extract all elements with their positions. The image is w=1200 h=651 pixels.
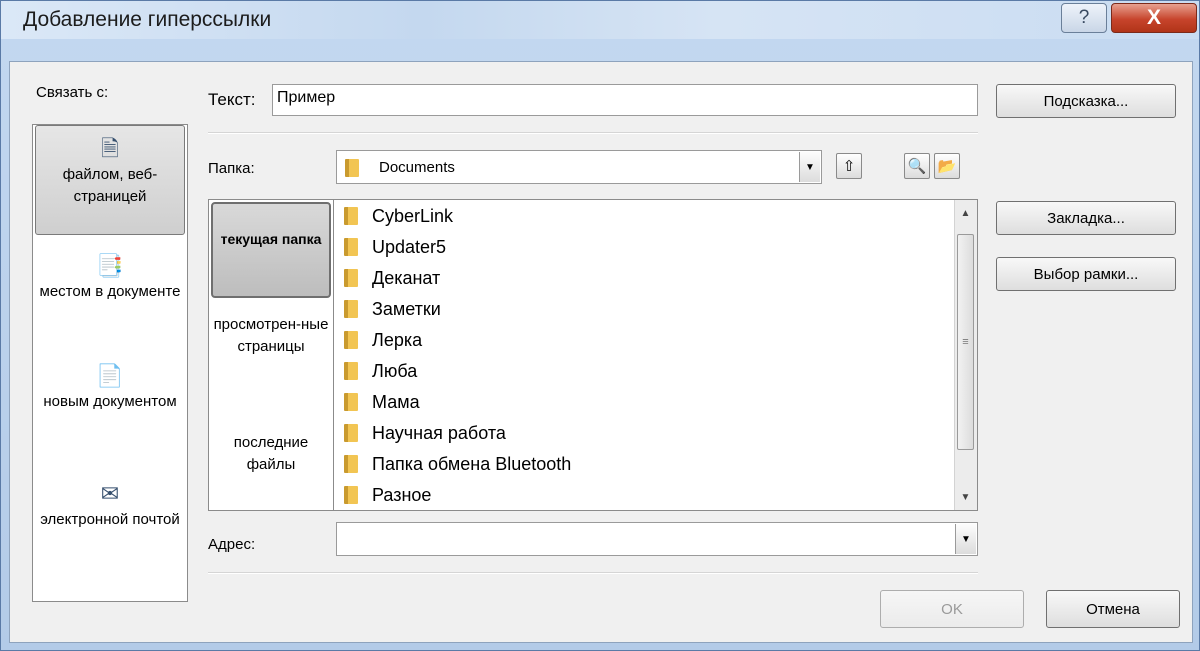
text-input-value: Пример	[277, 89, 336, 106]
place-current-folder[interactable]: текущая папка	[211, 202, 331, 298]
list-item-label: Деканат	[372, 267, 441, 288]
list-item[interactable]: Деканат	[344, 262, 440, 294]
target-frame-button-label: Выбор рамки...	[1033, 265, 1139, 283]
list-item[interactable]: Папка обмена Bluetooth	[344, 448, 571, 480]
link-to-new-document-label: новым документом	[43, 393, 177, 410]
help-button[interactable]: ?	[1061, 3, 1107, 33]
list-item[interactable]: Лерка	[344, 324, 422, 356]
folder-icon	[344, 269, 358, 287]
browse-web-button[interactable]: 🔍	[904, 153, 930, 179]
list-item-label: Научная работа	[372, 422, 506, 443]
scrollbar-thumb[interactable]: ≡	[957, 234, 974, 450]
places-panel: текущая папка просмотрен-ные страницы по…	[208, 199, 334, 511]
up-folder-icon: ⇧	[842, 158, 856, 175]
link-to-place-in-document[interactable]: 📑 местом в документе	[35, 249, 185, 353]
chevron-down-icon[interactable]: ▼	[799, 152, 820, 182]
text-label: Текст:	[208, 90, 256, 109]
place-browsed-pages[interactable]: просмотрен-ные страницы	[211, 314, 331, 394]
folder-icon	[344, 424, 358, 442]
list-item[interactable]: Разное	[344, 479, 432, 510]
link-to-label: Связать с:	[36, 84, 109, 101]
place-recent-files[interactable]: последние файлы	[211, 432, 331, 492]
link-to-email[interactable]: ✉ электронной почтой	[35, 477, 185, 581]
folder-icon	[344, 238, 358, 256]
list-item-label: Люба	[372, 360, 418, 381]
chevron-down-icon[interactable]: ▼	[955, 524, 976, 554]
file-web-icon: 🗎	[101, 136, 119, 161]
cancel-button[interactable]: Отмена	[1046, 590, 1180, 628]
list-item[interactable]: CyberLink	[344, 200, 453, 232]
link-to-email-label: электронной почтой	[40, 511, 180, 528]
address-label: Адрес:	[208, 536, 256, 553]
place-in-document-icon: 📑	[96, 253, 124, 278]
close-icon: X	[1146, 6, 1161, 29]
screentip-button-label: Подсказка...	[1043, 92, 1129, 110]
hyperlink-dialog: Добавление гиперссылки ? X Связать с: 🗎 …	[0, 0, 1200, 651]
list-item-label: Лерка	[372, 329, 423, 350]
list-item[interactable]: Научная работа	[344, 417, 506, 449]
list-item[interactable]: Заметки	[344, 293, 441, 325]
close-button[interactable]: X	[1111, 3, 1197, 33]
browse-file-button[interactable]: 📂	[934, 153, 960, 179]
folder-icon	[344, 300, 358, 318]
list-item[interactable]: Люба	[344, 355, 417, 387]
list-item-label: Разное	[372, 484, 432, 505]
list-item-label: Updater5	[372, 236, 447, 257]
cancel-button-label: Отмена	[1086, 600, 1140, 618]
title-bar[interactable]: Добавление гиперссылки ? X	[1, 1, 1199, 39]
link-to-place-label: местом в документе	[39, 283, 181, 300]
browse-web-icon: 🔍	[907, 158, 927, 175]
file-list[interactable]: CyberLink Updater5 Деканат Заметки Лерка…	[334, 199, 978, 511]
folder-dropdown[interactable]: Documents ▼	[336, 150, 822, 184]
ok-button[interactable]: OK	[880, 590, 1024, 628]
place-browsed-pages-label: просмотрен-ные страницы	[213, 316, 329, 355]
list-item[interactable]: Updater5	[344, 231, 446, 263]
new-document-icon: 📄	[96, 363, 124, 388]
dialog-body: Связать с: 🗎 файлом, веб-страницей 📑 мес…	[9, 61, 1193, 643]
scroll-down-icon[interactable]: ▼	[955, 486, 976, 508]
place-recent-files-label: последние файлы	[233, 434, 309, 473]
list-item[interactable]: Мама	[344, 386, 420, 418]
file-list-scrollbar[interactable]: ▲ ≡ ▼	[954, 200, 977, 510]
screentip-button[interactable]: Подсказка...	[996, 84, 1176, 118]
text-input[interactable]: Пример	[272, 84, 978, 116]
list-item-label: Заметки	[372, 298, 441, 319]
dialog-title: Добавление гиперссылки	[23, 8, 272, 31]
folder-icon	[344, 207, 358, 225]
link-to-file-web[interactable]: 🗎 файлом, веб-страницей	[35, 125, 185, 235]
folder-label: Папка:	[208, 160, 255, 177]
list-item-label: CyberLink	[372, 205, 454, 226]
link-to-file-web-label: файлом, веб-страницей	[62, 166, 158, 205]
list-item-label: Папка обмена Bluetooth	[372, 453, 572, 474]
target-frame-button[interactable]: Выбор рамки...	[996, 257, 1176, 291]
up-one-folder-button[interactable]: ⇧	[836, 153, 862, 179]
bookmark-button-label: Закладка...	[1047, 209, 1125, 227]
scroll-up-icon[interactable]: ▲	[955, 202, 976, 224]
ok-button-label: OK	[941, 600, 963, 618]
email-icon: ✉	[100, 481, 120, 506]
folder-icon	[344, 393, 358, 411]
address-combobox[interactable]: ▼	[336, 522, 978, 556]
folder-icon	[344, 362, 358, 380]
separator-top	[208, 132, 978, 134]
separator-bottom	[208, 572, 978, 574]
folder-icon	[344, 455, 358, 473]
help-icon: ?	[1078, 7, 1090, 28]
folder-icon	[344, 486, 358, 504]
bookmark-button[interactable]: Закладка...	[996, 201, 1176, 235]
place-current-folder-label: текущая папка	[220, 231, 322, 247]
list-item-label: Мама	[372, 391, 420, 412]
folder-dropdown-value: Documents	[379, 159, 455, 176]
folder-icon	[344, 331, 358, 349]
open-folder-icon: 📂	[937, 158, 957, 175]
link-to-panel: 🗎 файлом, веб-страницей 📑 местом в докум…	[32, 124, 188, 602]
folder-icon	[345, 159, 359, 177]
link-to-new-document[interactable]: 📄 новым документом	[35, 359, 185, 463]
